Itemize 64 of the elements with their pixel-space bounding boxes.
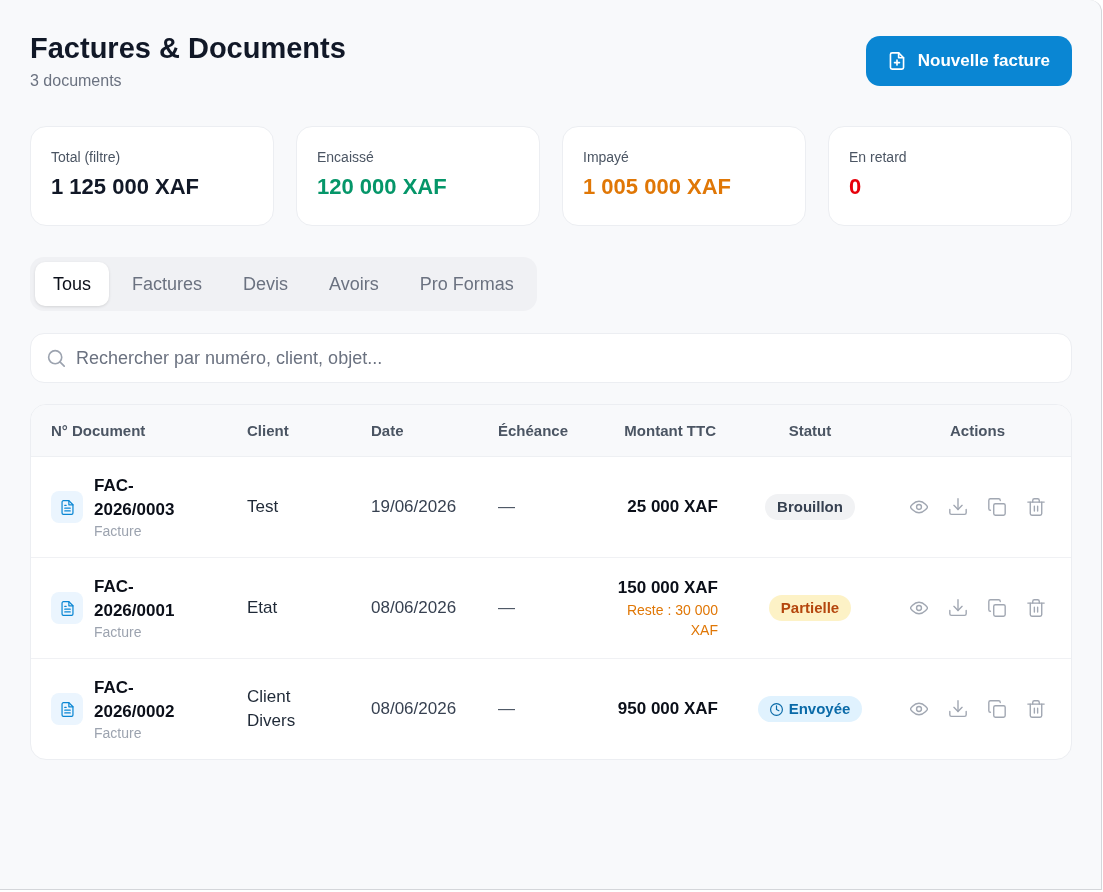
document-count: 3 documents (30, 71, 122, 91)
stat-value: 1 005 000 XAF (583, 173, 731, 201)
stat-value: 1 125 000 XAF (51, 173, 199, 201)
client-name: Etat (247, 597, 279, 619)
column-header: Date (371, 422, 404, 439)
new-invoice-button[interactable]: Nouvelle facture (865, 36, 1072, 86)
eye-icon (910, 599, 928, 617)
trash-icon (1027, 599, 1045, 617)
copy-icon (988, 700, 1006, 718)
due-date: — (498, 497, 515, 516)
eye-icon (910, 498, 928, 516)
amount-total: 25 000 XAF (626, 496, 718, 518)
column-header: Échéance (498, 422, 569, 439)
eye-icon (910, 700, 928, 718)
download-icon (949, 498, 967, 516)
filter-tab[interactable]: Devis (225, 262, 307, 306)
filter-tab[interactable]: Pro Formas (401, 262, 532, 306)
amount-total: 950 000 XAF (616, 698, 718, 720)
issue-date: 08/06/2026 (371, 598, 457, 617)
client-name: Client Divers (247, 686, 297, 732)
document-icon (51, 693, 83, 725)
page-title: Factures & Documents (30, 31, 346, 65)
filter-tab[interactable]: Avoirs (311, 262, 397, 306)
stat-value: 0 (849, 173, 862, 201)
due-date: — (498, 598, 515, 617)
stat-value: 120 000 XAF (317, 173, 447, 201)
document-number: FAC-2026/0003 (94, 475, 176, 521)
issue-date: 19/06/2026 (371, 497, 457, 516)
stat-label: Total (filtre) (51, 148, 121, 167)
amount-total: 150 000 XAF (616, 577, 718, 599)
copy-icon (988, 599, 1006, 617)
status-badge: Brouillon (765, 494, 855, 520)
document-number: FAC-2026/0002 (94, 677, 176, 723)
document-type: Facture (94, 522, 142, 540)
search-icon (47, 349, 65, 367)
trash-icon (1027, 700, 1045, 718)
stat-label: Encaissé (317, 148, 374, 167)
column-header: Actions (950, 422, 1005, 439)
filter-tab[interactable]: Factures (114, 262, 221, 306)
column-header: Client (247, 422, 289, 439)
document-type: Facture (94, 724, 142, 742)
status-badge: Envoyée (757, 696, 863, 722)
clock-icon (769, 702, 783, 716)
download-icon (949, 599, 967, 617)
document-icon (51, 491, 83, 523)
copy-icon (988, 498, 1006, 516)
document-icon (51, 592, 83, 624)
stat-label: En retard (849, 148, 907, 167)
stat-label: Impayé (583, 148, 629, 167)
document-number: FAC-2026/0001 (94, 576, 176, 622)
file-plus-icon (887, 52, 906, 70)
filter-tab[interactable]: Tous (35, 262, 110, 306)
column-header: Montant TTC (624, 422, 716, 439)
document-type: Facture (94, 623, 142, 641)
column-header: N° Document (51, 422, 146, 439)
remaining-amount: Reste : 30 000 XAF (625, 601, 718, 640)
search-field[interactable]: Rechercher par numéro, client, objet... (30, 333, 1072, 383)
status-badge: Partielle (768, 595, 852, 621)
trash-icon (1027, 498, 1045, 516)
client-name: Test (247, 496, 280, 518)
issue-date: 08/06/2026 (371, 699, 457, 718)
column-header: Statut (788, 422, 832, 439)
download-icon (949, 700, 967, 718)
due-date: — (498, 699, 515, 718)
